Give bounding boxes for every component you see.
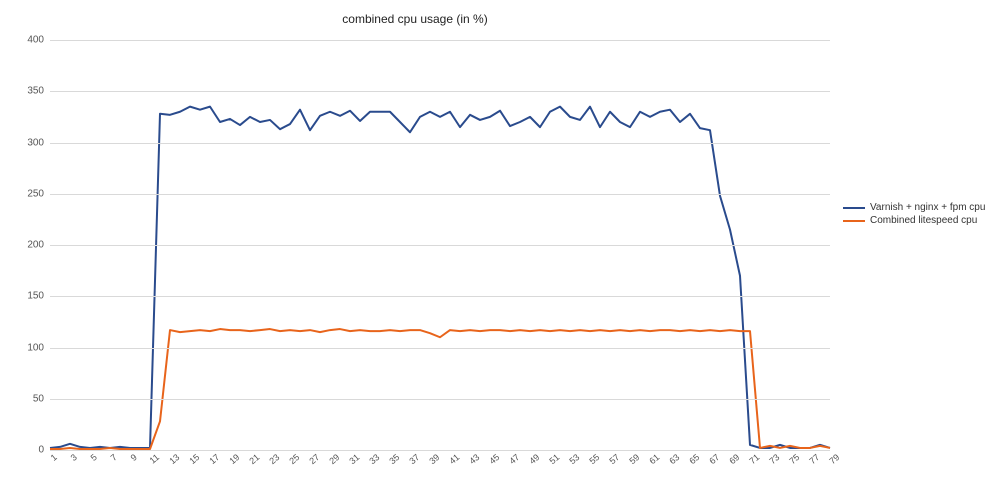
x-tick-label: 45 xyxy=(487,452,501,466)
x-tick-label: 63 xyxy=(667,452,681,466)
x-tick-label: 47 xyxy=(507,452,521,466)
chart-title: combined cpu usage (in %) xyxy=(0,12,830,26)
chart-container: combined cpu usage (in %) 05010015020025… xyxy=(0,0,1000,500)
grid-line xyxy=(50,143,830,144)
x-tick-label: 69 xyxy=(727,452,741,466)
x-tick-label: 53 xyxy=(567,452,581,466)
y-tick-label: 150 xyxy=(27,291,44,302)
y-tick-label: 100 xyxy=(27,342,44,353)
x-tick-label: 1 xyxy=(49,452,59,463)
x-tick-label: 77 xyxy=(807,452,821,466)
y-tick-label: 0 xyxy=(38,445,44,456)
y-tick-label: 200 xyxy=(27,240,44,251)
x-tick-label: 31 xyxy=(347,452,361,466)
grid-line xyxy=(50,245,830,246)
x-tick-label: 57 xyxy=(607,452,621,466)
x-tick-label: 55 xyxy=(587,452,601,466)
legend-label: Varnish + nginx + fpm cpu xyxy=(870,202,985,213)
x-tick-label: 37 xyxy=(407,452,421,466)
x-tick-label: 33 xyxy=(367,452,381,466)
x-tick-label: 75 xyxy=(787,452,801,466)
x-tick-label: 73 xyxy=(767,452,781,466)
x-tick-label: 51 xyxy=(547,452,561,466)
x-tick-label: 9 xyxy=(129,452,139,463)
x-tick-label: 27 xyxy=(307,452,321,466)
x-tick-label: 39 xyxy=(427,452,441,466)
grid-line xyxy=(50,91,830,92)
grid-line xyxy=(50,450,830,451)
x-tick-label: 11 xyxy=(148,452,162,466)
grid-line xyxy=(50,348,830,349)
legend-item: Varnish + nginx + fpm cpu xyxy=(843,202,985,213)
x-tick-label: 71 xyxy=(747,452,761,466)
x-tick-label: 17 xyxy=(207,452,221,466)
x-tick-label: 65 xyxy=(687,452,701,466)
x-tick-label: 3 xyxy=(69,452,79,463)
x-tick-label: 13 xyxy=(167,452,181,466)
y-tick-label: 400 xyxy=(27,35,44,46)
x-tick-label: 23 xyxy=(267,452,281,466)
y-tick-label: 250 xyxy=(27,188,44,199)
y-tick-label: 350 xyxy=(27,86,44,97)
x-tick-label: 43 xyxy=(467,452,481,466)
grid-line xyxy=(50,399,830,400)
series-line xyxy=(50,107,830,448)
x-tick-label: 59 xyxy=(627,452,641,466)
x-tick-label: 29 xyxy=(327,452,341,466)
grid-line xyxy=(50,40,830,41)
x-tick-label: 15 xyxy=(187,452,201,466)
legend-item: Combined litespeed cpu xyxy=(843,215,985,226)
y-tick-label: 300 xyxy=(27,137,44,148)
legend: Varnish + nginx + fpm cpu Combined litesp… xyxy=(843,200,985,228)
x-tick-label: 25 xyxy=(287,452,301,466)
legend-swatch xyxy=(843,220,865,222)
x-tick-label: 79 xyxy=(827,452,841,466)
x-tick-label: 21 xyxy=(247,452,261,466)
legend-label: Combined litespeed cpu xyxy=(870,215,977,226)
plot-area: 050100150200250300350400 xyxy=(50,40,830,451)
x-tick-label: 19 xyxy=(227,452,241,466)
x-tick-label: 41 xyxy=(447,452,461,466)
grid-line xyxy=(50,296,830,297)
legend-swatch xyxy=(843,207,865,209)
x-tick-label: 49 xyxy=(527,452,541,466)
x-tick-label: 5 xyxy=(89,452,99,463)
x-tick-label: 7 xyxy=(109,452,119,463)
x-tick-label: 67 xyxy=(707,452,721,466)
x-tick-label: 61 xyxy=(647,452,661,466)
y-tick-label: 50 xyxy=(33,393,44,404)
x-tick-label: 35 xyxy=(387,452,401,466)
x-axis-labels: 1357911131517192123252729313335373941434… xyxy=(50,452,830,482)
grid-line xyxy=(50,194,830,195)
